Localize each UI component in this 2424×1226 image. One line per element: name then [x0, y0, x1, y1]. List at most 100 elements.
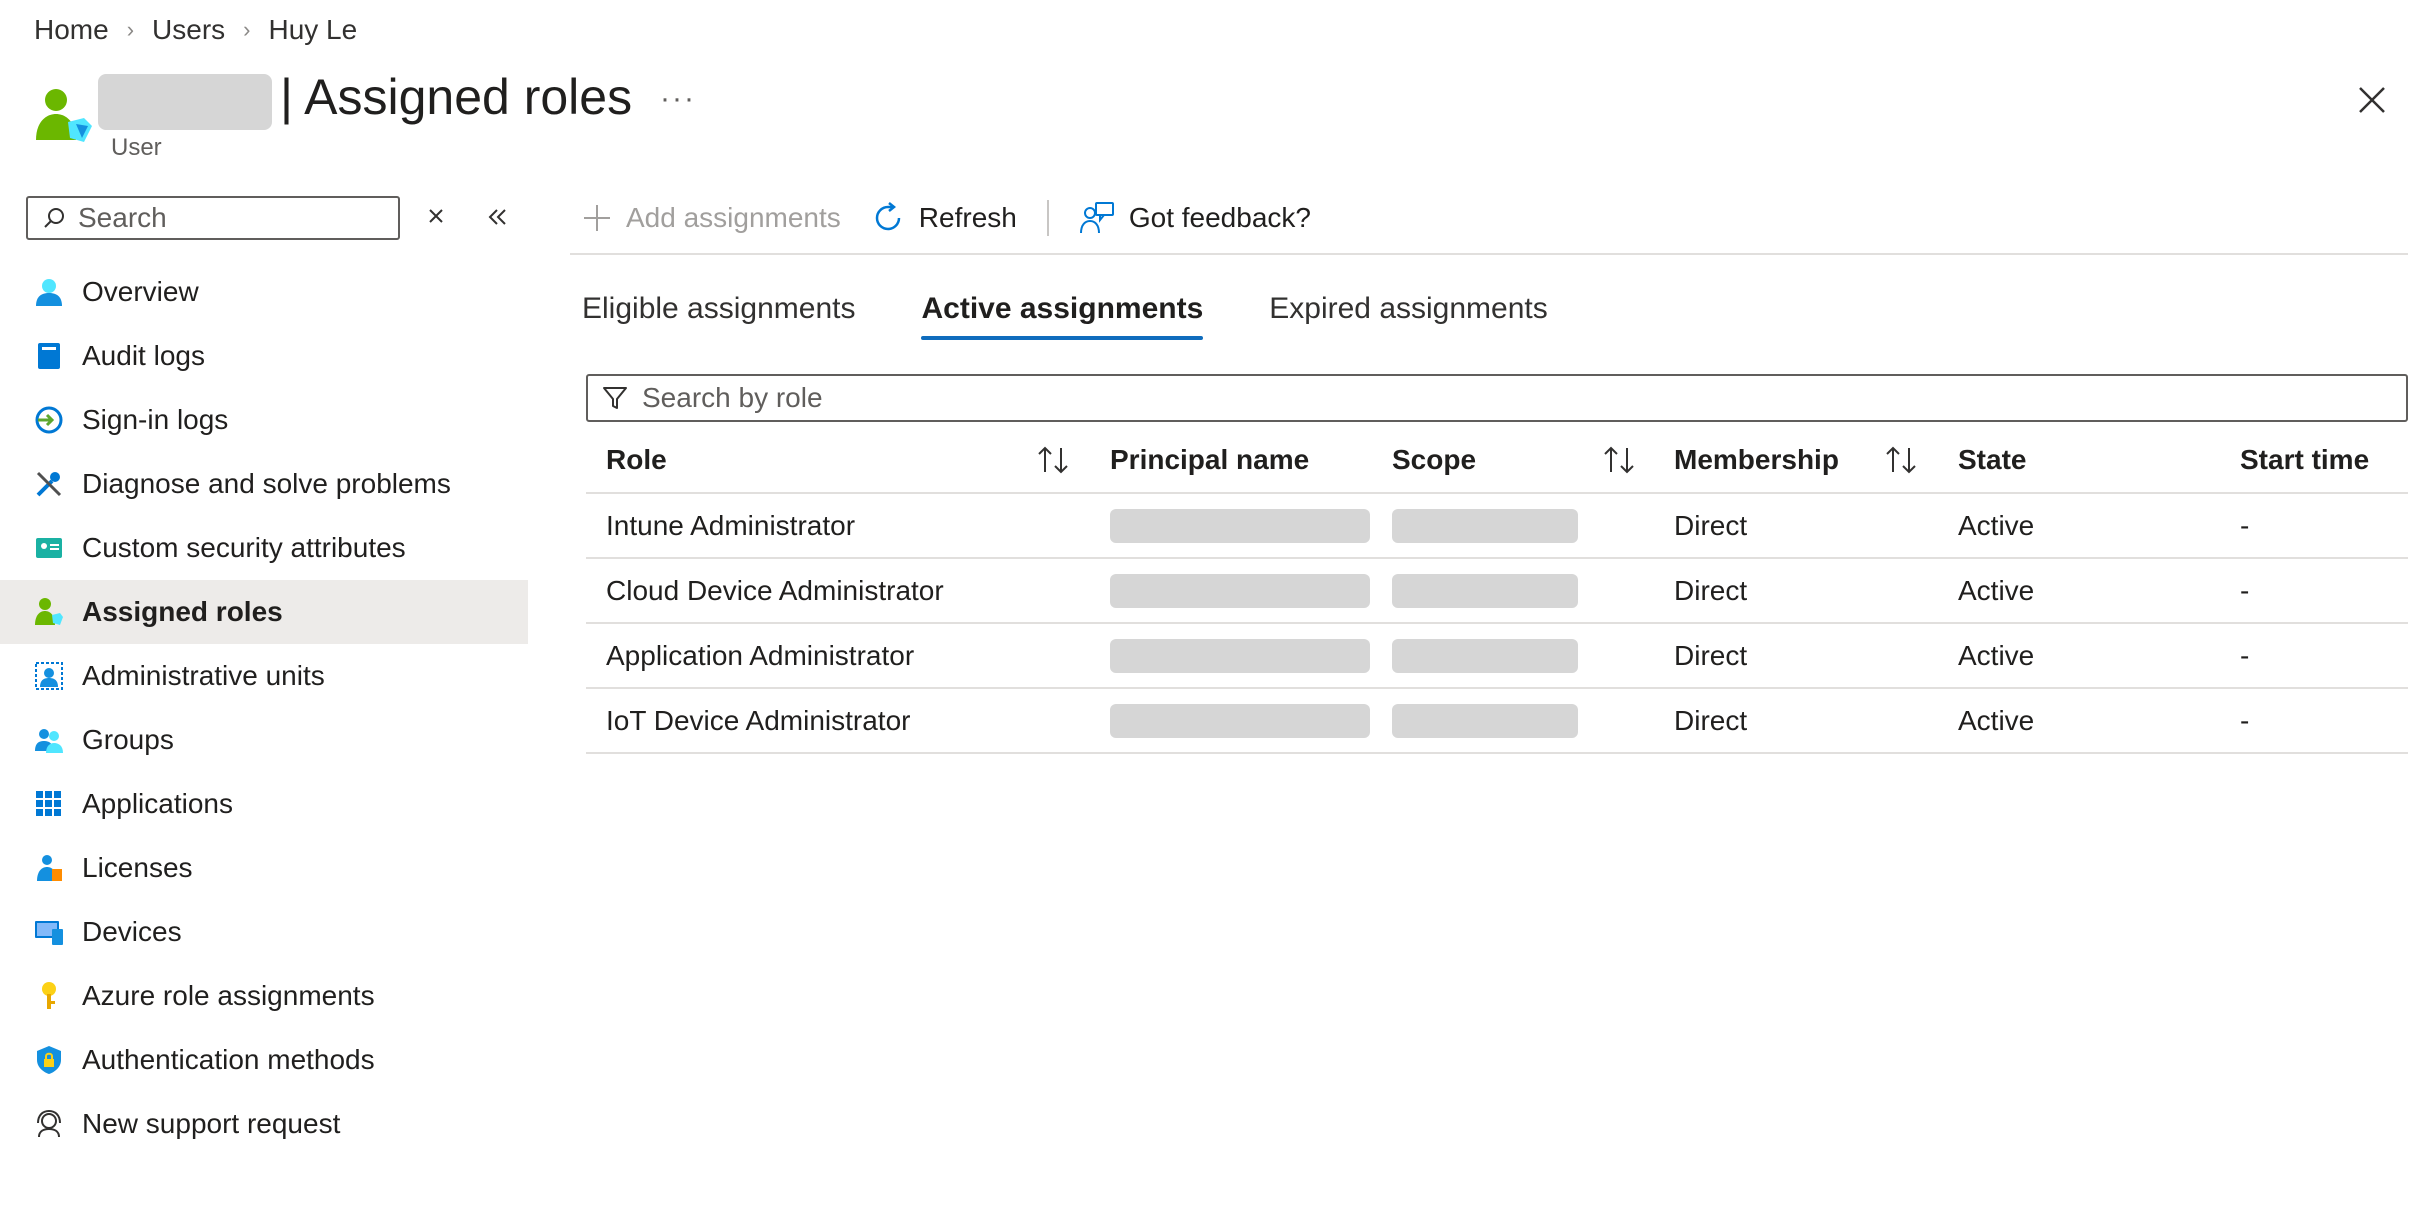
role-search-input[interactable] — [640, 381, 2244, 415]
sidebar-item-label: Applications — [82, 788, 233, 819]
sidebar-item-label: Custom security attributes — [82, 532, 406, 563]
sidebar-item-sign-in-logs[interactable]: Sign-in logs — [0, 388, 528, 452]
sidebar-nav: Overview Audit logs Sign-in logs Diagnos… — [0, 260, 528, 1156]
principal-name-redacted — [1110, 624, 1370, 687]
sidebar-item-label: Azure role assignments — [82, 980, 375, 1011]
table-row[interactable]: Cloud Device Administrator Direct Active… — [586, 559, 2408, 624]
search-icon — [44, 208, 64, 228]
sidebar-item-azure-role-assignments[interactable]: Azure role assignments — [0, 964, 528, 1028]
start-time-cell: - — [2240, 639, 2250, 671]
state-cell: Active — [1958, 509, 2035, 541]
column-header-principal-name[interactable]: Principal name — [1110, 428, 1309, 492]
role-filter-box[interactable] — [586, 374, 2408, 422]
table-row[interactable]: IoT Device Administrator Direct Active - — [586, 689, 2408, 754]
membership-cell: Direct — [1674, 704, 1748, 736]
table-row[interactable]: Intune Administrator Direct Active - — [586, 494, 2408, 559]
breadcrumb: Home › Users › Huy Le — [34, 14, 357, 46]
state-cell: Active — [1958, 704, 2035, 736]
sort-icon[interactable] — [1036, 428, 1070, 492]
column-header-state[interactable]: State — [1958, 428, 2026, 492]
column-header-membership[interactable]: Membership — [1674, 428, 1839, 492]
sidebar-item-custom-security[interactable]: Custom security attributes — [0, 516, 528, 580]
sidebar-item-label: Sign-in logs — [82, 404, 229, 435]
wrench-icon — [32, 467, 66, 501]
membership-cell: Direct — [1674, 574, 1748, 606]
tab-eligible-assignments[interactable]: Eligible assignments — [582, 292, 855, 340]
start-time-cell: - — [2240, 509, 2250, 541]
column-header-scope[interactable]: Scope — [1392, 428, 1476, 492]
breadcrumb-user-name[interactable]: Huy Le — [268, 14, 357, 46]
chevron-right-icon: › — [243, 17, 251, 42]
sidebar-item-applications[interactable]: Applications — [0, 772, 528, 836]
scope-redacted — [1392, 689, 1578, 752]
licenses-icon — [32, 851, 66, 885]
devices-icon — [32, 915, 66, 949]
refresh-icon — [875, 202, 901, 231]
clear-search-icon[interactable] — [424, 204, 448, 228]
breadcrumb-users[interactable]: Users — [152, 14, 225, 46]
state-cell: Active — [1958, 574, 2035, 606]
role-cell: Cloud Device Administrator — [606, 574, 944, 606]
start-time-cell: - — [2240, 574, 2250, 606]
table-row[interactable]: Application Administrator Direct Active … — [586, 624, 2408, 689]
column-header-role[interactable]: Role — [606, 428, 667, 492]
column-header-start-time[interactable]: Start time — [2240, 428, 2369, 492]
principal-name-redacted — [1110, 494, 1370, 557]
refresh-button[interactable]: Refresh — [871, 201, 1017, 235]
sidebar-item-label: Licenses — [82, 852, 193, 883]
sort-icon[interactable] — [1602, 428, 1636, 492]
sidebar-item-authentication-methods[interactable]: Authentication methods — [0, 1028, 528, 1092]
sidebar-item-label: Overview — [82, 276, 199, 307]
sidebar-item-diagnose[interactable]: Diagnose and solve problems — [0, 452, 528, 516]
scope-redacted — [1392, 624, 1578, 687]
tab-active-assignments[interactable]: Active assignments — [921, 292, 1203, 340]
sort-icon[interactable] — [1884, 428, 1918, 492]
close-icon[interactable] — [2352, 80, 2392, 120]
page-title: | Assigned roles — [280, 69, 633, 125]
sidebar-item-label: Assigned roles — [82, 596, 283, 627]
audit-log-icon — [32, 339, 66, 373]
refresh-label: Refresh — [918, 202, 1017, 233]
sidebar-item-devices[interactable]: Devices — [0, 900, 528, 964]
add-assignments-button[interactable]: Add assignments — [582, 202, 841, 234]
sidebar-item-label: Groups — [82, 724, 174, 755]
assignment-tabs: Eligible assignments Active assignments … — [582, 292, 1614, 340]
sidebar-item-label: New support request — [82, 1108, 341, 1139]
sidebar-item-assigned-roles[interactable]: Assigned roles — [0, 580, 528, 644]
sidebar-search-input[interactable] — [76, 201, 380, 235]
filter-icon — [603, 387, 627, 409]
tab-expired-assignments[interactable]: Expired assignments — [1269, 292, 1547, 340]
user-overview-icon — [32, 275, 66, 309]
feedback-icon — [1079, 202, 1114, 234]
assigned-roles-icon — [32, 595, 66, 629]
membership-cell: Direct — [1674, 639, 1748, 671]
state-cell: Active — [1958, 639, 2035, 671]
sidebar-item-new-support-request[interactable]: New support request — [0, 1092, 528, 1156]
sidebar-item-administrative-units[interactable]: Administrative units — [0, 644, 528, 708]
sidebar-search-box[interactable] — [26, 196, 400, 240]
user-role-icon — [32, 86, 94, 148]
sidebar-item-label: Diagnose and solve problems — [82, 468, 451, 499]
page-subtitle: User — [111, 134, 162, 161]
membership-cell: Direct — [1674, 509, 1748, 541]
more-options-button[interactable]: ··· — [660, 82, 696, 116]
sidebar-item-groups[interactable]: Groups — [0, 708, 528, 772]
assignments-table: Role Principal name Scope Membership Sta… — [586, 428, 2408, 754]
key-icon — [32, 979, 66, 1013]
sidebar-item-licenses[interactable]: Licenses — [0, 836, 528, 900]
plus-icon — [584, 205, 610, 231]
sidebar-item-label: Administrative units — [82, 660, 325, 691]
role-cell: IoT Device Administrator — [606, 704, 911, 736]
sidebar-item-label: Authentication methods — [82, 1044, 375, 1075]
scope-redacted — [1392, 559, 1578, 622]
breadcrumb-home[interactable]: Home — [34, 14, 109, 46]
toolbar-divider-line — [570, 253, 2408, 255]
role-cell: Application Administrator — [606, 639, 915, 671]
sign-in-icon — [32, 403, 66, 437]
command-bar: Add assignments Refresh Got feedback? — [582, 196, 1311, 240]
feedback-button[interactable]: Got feedback? — [1079, 200, 1311, 236]
collapse-sidebar-icon[interactable] — [484, 204, 510, 230]
sidebar-item-overview[interactable]: Overview — [0, 260, 528, 324]
admin-units-icon — [32, 659, 66, 693]
sidebar-item-audit-logs[interactable]: Audit logs — [0, 324, 528, 388]
